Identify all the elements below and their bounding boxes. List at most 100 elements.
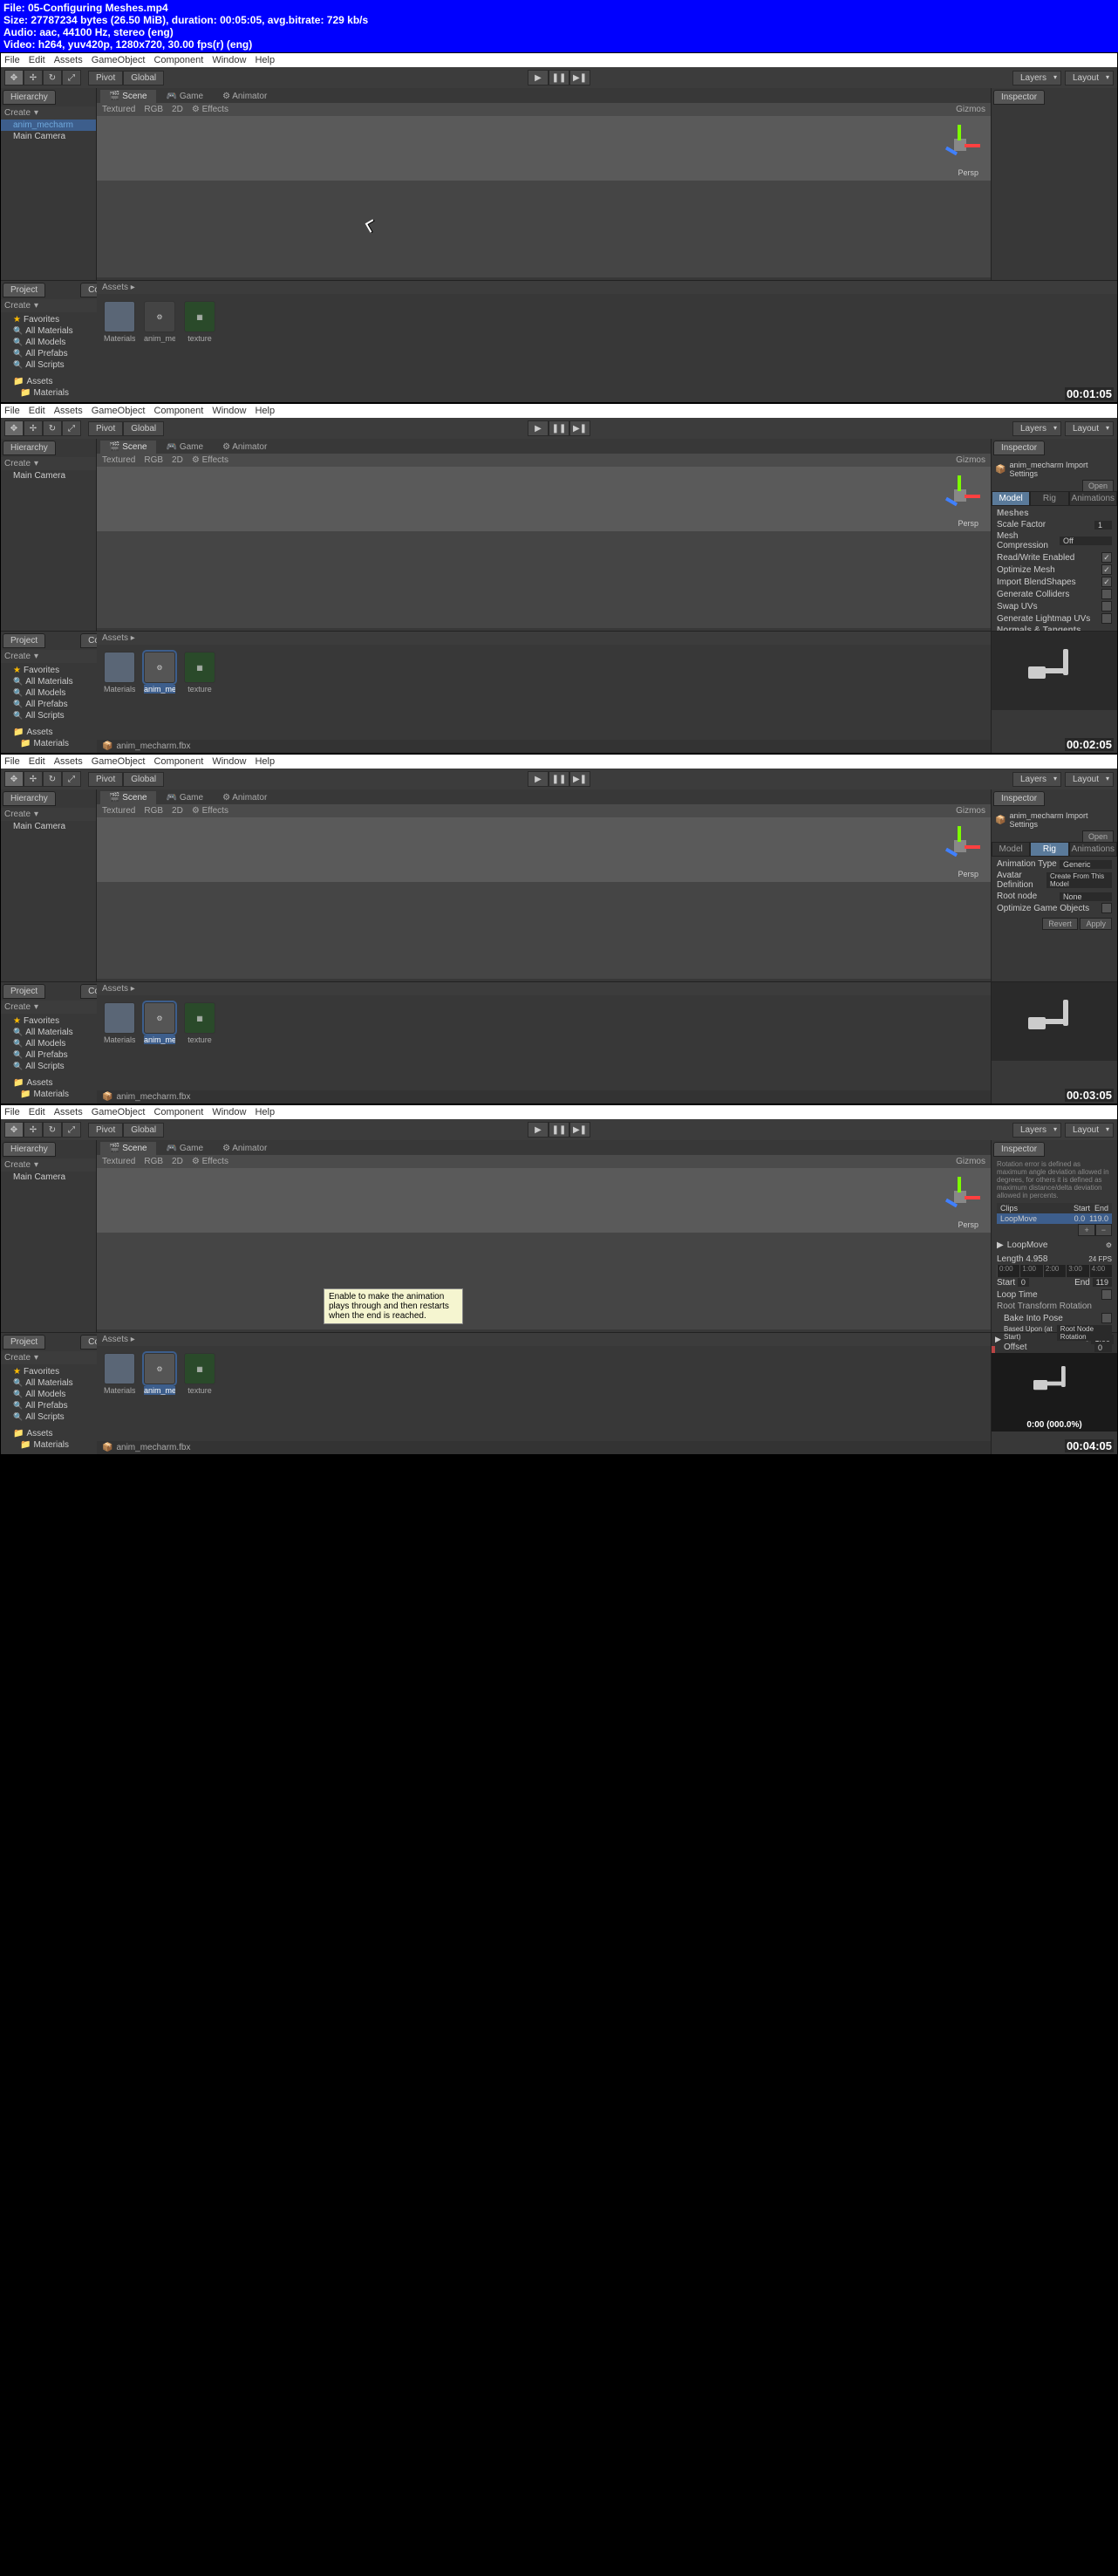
assets-breadcrumb[interactable]: Assets [102,633,128,643]
orientation-gizmo[interactable] [938,1177,982,1220]
avatar-dropdown[interactable]: Create From This Model [1046,872,1112,888]
rotate-tool[interactable]: ↻ [43,420,62,436]
orientation-gizmo[interactable] [938,475,982,519]
menu-edit[interactable]: Edit [29,55,45,65]
fav-models[interactable]: 🔍All Models [3,687,95,699]
hand-tool[interactable]: ✥ [4,420,24,436]
layers-dropdown[interactable]: Layers [1012,1123,1061,1138]
pause-button[interactable]: ❚❚ [549,771,569,787]
menu-window[interactable]: Window [212,55,246,65]
hand-tool[interactable]: ✥ [4,771,24,787]
assets-breadcrumb[interactable]: Assets [102,283,128,292]
scene-viewport[interactable]: Persp [97,1168,991,1329]
fav-models[interactable]: 🔍All Models [3,1038,95,1049]
menu-window[interactable]: Window [212,1107,246,1117]
inspector-tab[interactable]: Inspector [993,791,1045,806]
mesh-compression-dropdown[interactable]: Off [1060,536,1112,545]
scene-tab[interactable]: 🎬 Scene [100,90,156,103]
animation-preview[interactable]: 0:00 (000.0%) [992,1353,1117,1431]
step-button[interactable]: ▶❚ [569,420,590,436]
fav-prefabs[interactable]: 🔍All Prefabs [3,348,95,359]
revert-button[interactable]: Revert [1042,918,1078,930]
hierarchy-item-mecharm[interactable]: anim_mecharm [1,120,96,131]
menu-edit[interactable]: Edit [29,1107,45,1117]
favorites-folder[interactable]: ★Favorites [3,1366,95,1377]
scene-tab[interactable]: 🎬 Scene [100,441,156,454]
menu-file[interactable]: File [4,1107,20,1117]
menu-help[interactable]: Help [255,406,275,416]
menubar[interactable]: FileEditAssetsGameObjectComponentWindowH… [1,1105,1117,1119]
asset-materials-folder[interactable]: Materials [104,301,135,343]
model-tab[interactable]: Model [992,842,1030,857]
effects-dropdown[interactable]: Effects [202,806,228,816]
global-toggle[interactable]: Global [123,421,164,436]
render-mode[interactable]: RGB [144,806,163,816]
assets-folder[interactable]: 📁Assets [3,376,95,387]
asset-mecharm[interactable]: ⚙anim_mech... [144,1002,175,1044]
bake-pose-checkbox[interactable] [1101,1313,1112,1323]
scene-tab[interactable]: 🎬 Scene [100,1142,156,1155]
menu-assets[interactable]: Assets [54,406,83,416]
gizmos-dropdown[interactable]: Gizmos [956,455,985,465]
project-create[interactable]: Create [4,301,31,311]
render-mode[interactable]: RGB [144,1157,163,1166]
colliders-checkbox[interactable] [1101,589,1112,599]
move-tool[interactable]: ✢ [24,420,43,436]
step-button[interactable]: ▶❚ [569,1122,590,1138]
animator-tab[interactable]: ⚙ Animator [214,791,276,804]
play-button[interactable]: ▶ [528,70,549,85]
persp-label[interactable]: Persp [958,1220,978,1229]
shading-mode[interactable]: Textured [102,1157,135,1166]
blendshapes-checkbox[interactable]: ✓ [1101,577,1112,587]
optimize-mesh-checkbox[interactable]: ✓ [1101,564,1112,575]
inspector-tab[interactable]: Inspector [993,90,1045,105]
open-button[interactable]: Open [1082,480,1114,492]
rig-tab[interactable]: Rig [1030,842,1068,857]
render-mode[interactable]: RGB [144,105,163,114]
pivot-toggle[interactable]: Pivot [88,772,123,787]
step-button[interactable]: ▶❚ [569,771,590,787]
favorites-folder[interactable]: ★Favorites [3,314,95,325]
scale-tool[interactable]: ⤢ [62,420,81,436]
menu-component[interactable]: Component [153,55,203,65]
pivot-toggle[interactable]: Pivot [88,421,123,436]
materials-folder[interactable]: 📁Materials [3,1089,95,1100]
rotate-tool[interactable]: ↻ [43,70,62,85]
asset-preview[interactable] [992,632,1117,710]
materials-folder[interactable]: 📁Materials [3,738,95,749]
project-tab[interactable]: Project [3,1335,45,1349]
hand-tool[interactable]: ✥ [4,1122,24,1138]
assets-folder[interactable]: 📁Assets [3,727,95,738]
menu-gameobject[interactable]: GameObject [92,406,146,416]
open-button[interactable]: Open [1082,830,1114,843]
asset-mecharm[interactable]: ⚙anim_mech... [144,1353,175,1395]
scene-viewport[interactable]: Persp [97,817,991,979]
render-mode[interactable]: RGB [144,455,163,465]
game-tab[interactable]: 🎮 Game [158,791,212,804]
menu-file[interactable]: File [4,756,20,767]
menu-help[interactable]: Help [255,55,275,65]
menu-assets[interactable]: Assets [54,55,83,65]
asset-texture[interactable]: ▦texture [184,1002,215,1044]
layout-dropdown[interactable]: Layout [1065,772,1114,787]
play-button[interactable]: ▶ [528,1122,549,1138]
lightmap-checkbox[interactable] [1101,613,1112,624]
fav-scripts[interactable]: 🔍All Scripts [3,1411,95,1423]
move-tool[interactable]: ✢ [24,70,43,85]
layout-dropdown[interactable]: Layout [1065,421,1114,436]
fav-prefabs[interactable]: 🔍All Prefabs [3,1400,95,1411]
project-tab[interactable]: Project [3,283,45,297]
fav-materials[interactable]: 🔍All Materials [3,1027,95,1038]
persp-label[interactable]: Persp [958,168,978,177]
menu-assets[interactable]: Assets [54,1107,83,1117]
global-toggle[interactable]: Global [123,772,164,787]
asset-materials-folder[interactable]: Materials [104,1353,135,1395]
asset-mecharm[interactable]: ⚙anim_mech... [144,652,175,694]
fav-models[interactable]: 🔍All Models [3,337,95,348]
hierarchy-tab[interactable]: Hierarchy [3,441,56,455]
menu-edit[interactable]: Edit [29,756,45,767]
play-button[interactable]: ▶ [528,420,549,436]
create-dropdown[interactable]: Create [4,108,31,118]
game-tab[interactable]: 🎮 Game [158,1142,212,1155]
gizmos-dropdown[interactable]: Gizmos [956,1157,985,1166]
